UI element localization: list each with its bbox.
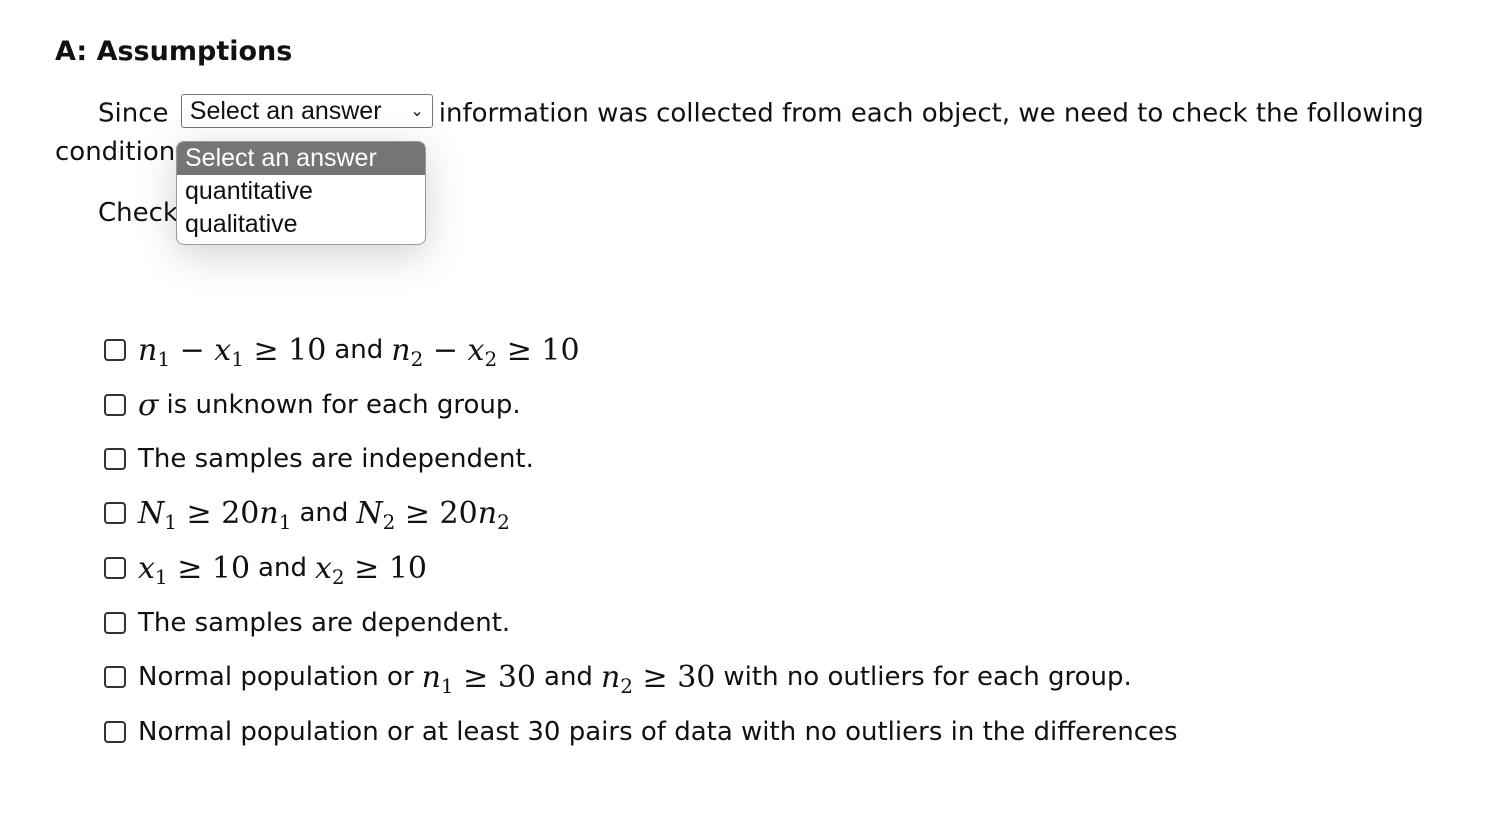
condition-text: is unknown for each group. — [166, 390, 521, 420]
condition-item[interactable]: x1 ≥ 10 and x2 ≥ 10 — [104, 548, 427, 588]
section-heading: A: Assumptions — [55, 36, 293, 67]
connector-word: and — [258, 553, 307, 583]
condition-checkbox[interactable] — [104, 666, 126, 688]
math-expression: n1 ≥ 30 — [421, 659, 537, 698]
option-select-an-answer[interactable]: Select an answer — [177, 142, 425, 175]
condition-checkbox[interactable] — [104, 557, 126, 579]
condition-checkbox[interactable] — [104, 721, 126, 743]
check-prefix: Check — [98, 198, 178, 228]
sentence-prefix: Since — [98, 98, 169, 129]
condition-text: with no outliers for each group. — [723, 662, 1132, 692]
condition-checkbox[interactable] — [104, 394, 126, 416]
condition-text: Normal population or at least 30 pairs o… — [138, 717, 1178, 747]
connector-word: and — [299, 498, 349, 528]
data-type-select[interactable]: Select an answer ⌄ — [180, 94, 433, 128]
math-expression: n1 − x1 ≥ 10 — [138, 332, 327, 371]
condition-checkbox[interactable] — [104, 448, 126, 470]
math-expression: n2 ≥ 30 — [600, 659, 716, 698]
option-qualitative[interactable]: qualitative — [177, 208, 425, 241]
condition-item[interactable]: The samples are independent. — [104, 439, 534, 479]
condition-item[interactable]: The samples are dependent. — [104, 603, 510, 643]
condition-text: The samples are dependent. — [138, 608, 511, 638]
condition-item[interactable]: σ is unknown for each group. — [104, 385, 521, 425]
math-expression: N1 ≥ 20n1 — [138, 495, 292, 534]
connector-word: and — [334, 335, 384, 365]
condition-checkbox[interactable] — [104, 339, 126, 361]
condition-checkbox[interactable] — [104, 502, 126, 524]
option-quantitative[interactable]: quantitative — [177, 175, 425, 208]
chevron-down-icon: ⌄ — [410, 103, 424, 120]
math-expression: n2 − x2 ≥ 10 — [391, 332, 580, 371]
question-sentence: Since Select an answer ⌄ information was… — [98, 94, 1424, 131]
condition-item[interactable]: N1 ≥ 20n1 and N2 ≥ 20n2 — [104, 493, 510, 533]
condition-text: The samples are independent. — [138, 444, 534, 474]
math-expression: x2 ≥ 10 — [314, 550, 428, 589]
connector-word: and — [544, 662, 593, 692]
condition-item[interactable]: Normal population or at least 30 pairs o… — [104, 712, 1178, 752]
select-dropdown-list[interactable]: Select an answer quantitative qualitativ… — [176, 141, 426, 245]
math-expression: x1 ≥ 10 — [138, 550, 251, 589]
math-expression: N2 ≥ 20n2 — [356, 495, 510, 534]
sentence-suffix: information was collected from each obje… — [438, 98, 1424, 129]
condition-checkbox[interactable] — [104, 612, 126, 634]
condition-item[interactable]: Normal population or n1 ≥ 30 and n2 ≥ 30… — [104, 657, 1132, 697]
condition-text: Normal population or — [138, 662, 414, 692]
condition-item[interactable]: n1 − x1 ≥ 10 and n2 − x2 ≥ 10 — [104, 330, 580, 370]
select-value: Select an answer — [189, 97, 382, 125]
sigma-symbol: σ — [138, 387, 159, 423]
